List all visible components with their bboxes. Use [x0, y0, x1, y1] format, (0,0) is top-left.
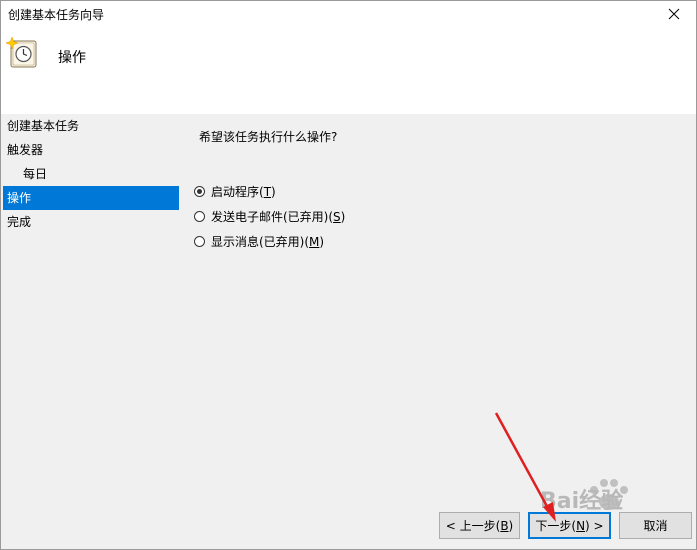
- radio-show-message[interactable]: 显示消息(已弃用)(M): [194, 229, 345, 254]
- step-label: 完成: [7, 215, 32, 229]
- step-item-action[interactable]: 操作: [3, 186, 179, 210]
- cancel-button[interactable]: 取消: [619, 512, 692, 539]
- wizard-window: 创建基本任务向导 操作 创建基本任务 触发器 每日 操作 完成 希望该任务执行什…: [0, 0, 697, 550]
- page-title: 操作: [58, 50, 86, 66]
- step-label: 操作: [7, 191, 32, 205]
- radio-button[interactable]: [194, 236, 205, 247]
- action-radio-group: 启动程序(T) 发送电子邮件(已弃用)(S) 显示消息(已弃用)(M): [194, 179, 345, 254]
- wizard-header: 操作: [0, 28, 697, 114]
- radio-label: 发送电子邮件(已弃用)(S): [211, 210, 346, 224]
- step-label: 每日: [23, 167, 48, 181]
- next-button[interactable]: 下一步(N) >: [528, 512, 611, 539]
- wizard-body: 创建基本任务 触发器 每日 操作 完成 希望该任务执行什么操作? 启动程序(T)…: [1, 114, 696, 549]
- radio-start-program[interactable]: 启动程序(T): [194, 179, 345, 204]
- back-button[interactable]: < 上一步(B): [439, 512, 520, 539]
- window-title: 创建基本任务向导: [8, 8, 105, 22]
- step-label: 触发器: [7, 143, 44, 157]
- radio-label: 显示消息(已弃用)(M): [211, 235, 325, 249]
- step-label: 创建基本任务: [7, 119, 80, 133]
- close-icon: [668, 8, 680, 20]
- radio-button[interactable]: [194, 186, 205, 197]
- radio-label: 启动程序(T): [211, 185, 276, 199]
- action-question: 希望该任务执行什么操作?: [199, 130, 338, 144]
- step-item-daily[interactable]: 每日: [3, 162, 179, 186]
- step-item-finish[interactable]: 完成: [3, 210, 179, 234]
- close-button[interactable]: [651, 0, 697, 28]
- radio-button[interactable]: [194, 211, 205, 222]
- title-bar: 创建基本任务向导: [0, 0, 697, 28]
- radio-send-email[interactable]: 发送电子邮件(已弃用)(S): [194, 204, 345, 229]
- step-item-trigger[interactable]: 触发器: [3, 138, 179, 162]
- step-list: 创建基本任务 触发器 每日 操作 完成: [3, 114, 179, 234]
- step-item-create-task[interactable]: 创建基本任务: [3, 114, 179, 138]
- task-scheduler-clock-icon: [6, 36, 37, 68]
